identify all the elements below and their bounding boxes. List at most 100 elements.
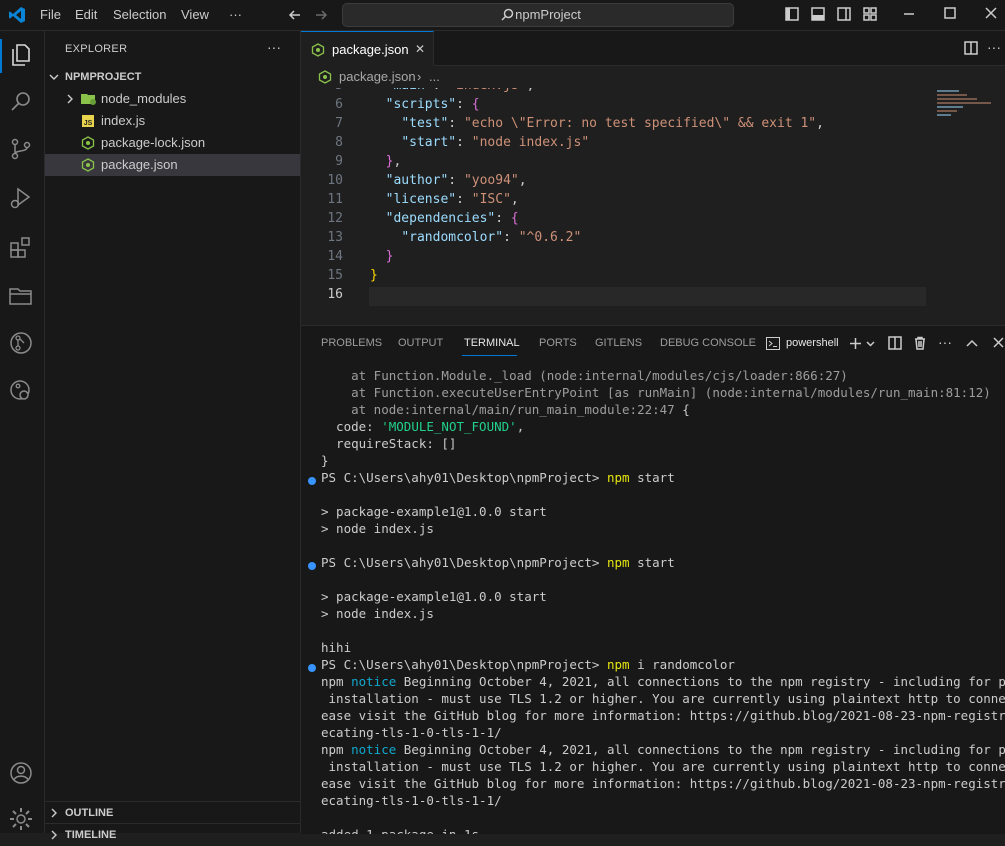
javascript-file-icon: JS	[82, 115, 94, 127]
menu-file[interactable]: File	[40, 7, 61, 22]
code-line: }	[370, 268, 378, 283]
tab-problems[interactable]: PROBLEMS	[321, 337, 382, 349]
minimap[interactable]	[935, 88, 993, 118]
code-line: "author": "yoo94",	[385, 173, 527, 188]
run-debug-icon[interactable]	[8, 185, 34, 211]
breadcrumb-file[interactable]: package.json	[339, 69, 416, 84]
breadcrumb-separator: ›	[417, 69, 422, 84]
breadcrumb: package.json › ...	[301, 66, 1005, 88]
code-line: },	[385, 154, 402, 169]
remote-explorer-icon[interactable]	[8, 283, 34, 309]
explorer-sidebar: EXPLORER ··· NPMPROJECT node_modules JS …	[45, 31, 301, 841]
source-control-icon[interactable]	[8, 136, 34, 162]
terminal-line: requireStack: []	[321, 436, 457, 451]
timeline-label: TIMELINE	[65, 829, 117, 841]
line-number: 15	[327, 268, 343, 283]
tree-item-package-json[interactable]: package.json	[45, 154, 300, 176]
gitlens-icon[interactable]	[8, 330, 34, 356]
tree-item-node-modules[interactable]: node_modules	[45, 88, 300, 110]
terminal-line: > package-example1@1.0.0 start	[321, 504, 547, 519]
new-terminal-plus-icon[interactable]	[849, 337, 862, 350]
terminal-line: ecating-tls-1-0-tls-1-1/	[321, 725, 502, 740]
terminal-line: PS C:\Users\ahy01\Desktop\npmProject> np…	[321, 555, 675, 570]
tree-item-index-js[interactable]: JS index.js	[45, 110, 300, 132]
manage-gear-icon[interactable]	[8, 806, 34, 832]
minimize-icon[interactable]	[903, 8, 915, 20]
terminal-line: installation - must use TLS 1.2 or highe…	[321, 691, 1005, 706]
search-icon[interactable]	[8, 89, 34, 115]
terminal-line: code: 'MODULE_NOT_FOUND',	[321, 419, 525, 434]
tab-output[interactable]: OUTPUT	[398, 337, 443, 349]
menu-selection[interactable]: Selection	[113, 7, 166, 22]
terminal-line: at Function.Module._load (node:internal/…	[321, 368, 848, 383]
current-line-highlight	[369, 287, 926, 306]
line-number: 11	[327, 192, 343, 207]
explorer-more-button[interactable]: ···	[267, 39, 281, 55]
menu-more[interactable]: ···	[229, 7, 242, 22]
project-name: NPMPROJECT	[65, 71, 142, 83]
chevron-down-icon[interactable]	[866, 339, 875, 348]
trash-icon[interactable]	[913, 336, 927, 350]
close-panel-icon[interactable]	[993, 337, 1004, 348]
terminal-line: > node index.js	[321, 606, 434, 621]
terminal-line: npm notice Beginning October 4, 2021, al…	[321, 674, 1005, 689]
project-folder-header[interactable]: NPMPROJECT	[45, 66, 300, 88]
maximize-icon[interactable]	[944, 7, 956, 19]
tab-close-icon[interactable]: ✕	[415, 42, 425, 56]
line-number: 10	[327, 173, 343, 188]
editor-more-icon[interactable]: ···	[987, 39, 1001, 55]
outline-label: OUTLINE	[65, 807, 114, 819]
prompt-status-dot	[308, 664, 316, 672]
close-window-icon[interactable]	[985, 7, 997, 19]
forward-arrow-icon[interactable]	[314, 8, 328, 22]
node-folder-icon	[81, 94, 96, 105]
svg-text:JS: JS	[84, 120, 93, 127]
explorer-title: EXPLORER	[65, 43, 128, 55]
terminal-line: }	[321, 453, 329, 468]
outline-section-header[interactable]: OUTLINE	[45, 801, 300, 824]
toggle-secondary-sidebar-icon[interactable]	[837, 7, 851, 21]
tab-terminal[interactable]: TERMINAL	[464, 337, 520, 349]
npm-file-icon	[81, 136, 95, 150]
back-arrow-icon[interactable]	[288, 8, 302, 22]
line-number: 8	[335, 135, 343, 150]
toggle-panel-icon[interactable]	[811, 7, 825, 21]
tab-package-json[interactable]: package.json ✕	[301, 31, 434, 67]
toggle-primary-sidebar-icon[interactable]	[785, 7, 799, 21]
maximize-panel-chevron-up-icon[interactable]	[966, 338, 978, 348]
tab-label: package.json	[332, 42, 409, 57]
tree-item-label: package.json	[101, 157, 178, 172]
accounts-icon[interactable]	[8, 760, 34, 786]
menu-view[interactable]: View	[181, 7, 209, 22]
code-editor[interactable]: 5 "main": "index.js", 6 "scripts": {7 "te…	[301, 88, 1005, 324]
terminal-line: at node:internal/main/run_main_module:22…	[321, 402, 690, 417]
split-editor-icon[interactable]	[964, 41, 978, 55]
code-line: "scripts": {	[385, 97, 480, 112]
split-terminal-icon[interactable]	[888, 336, 902, 350]
terminal-shell-name[interactable]: powershell	[786, 337, 839, 349]
terminal-line: at Function.executeUserEntryPoint [as ru…	[321, 385, 991, 400]
menu-edit[interactable]: Edit	[75, 7, 97, 22]
extensions-icon[interactable]	[8, 234, 34, 260]
chevron-right-icon	[51, 830, 57, 840]
prompt-status-dot	[308, 477, 316, 485]
tab-debug-console[interactable]: DEBUG CONSOLE	[660, 337, 756, 349]
code-line: "dependencies": {	[385, 211, 519, 226]
tree-item-label: package-lock.json	[101, 135, 206, 150]
panel-more-icon[interactable]: ···	[938, 334, 952, 350]
bottom-panel: PROBLEMS OUTPUT TERMINAL PORTS GITLENS D…	[301, 325, 1005, 834]
tab-gitlens[interactable]: GITLENS	[595, 337, 642, 349]
tree-item-package-lock-json[interactable]: package-lock.json	[45, 132, 300, 154]
breadcrumb-symbols[interactable]: ...	[429, 69, 440, 84]
explorer-icon[interactable]	[8, 42, 34, 68]
gitlens-inspect-icon[interactable]	[8, 378, 34, 404]
terminal-line: installation - must use TLS 1.2 or highe…	[321, 759, 1005, 774]
timeline-section-header[interactable]: TIMELINE	[45, 823, 300, 846]
line-number: 12	[327, 211, 343, 226]
code-line: "license": "ISC",	[385, 192, 519, 207]
chevron-down-icon	[49, 74, 59, 80]
command-center-search[interactable]: npmProject	[342, 3, 734, 27]
customize-layout-icon[interactable]	[863, 7, 877, 21]
tab-ports[interactable]: PORTS	[539, 337, 577, 349]
prompt-status-dot	[308, 562, 316, 570]
